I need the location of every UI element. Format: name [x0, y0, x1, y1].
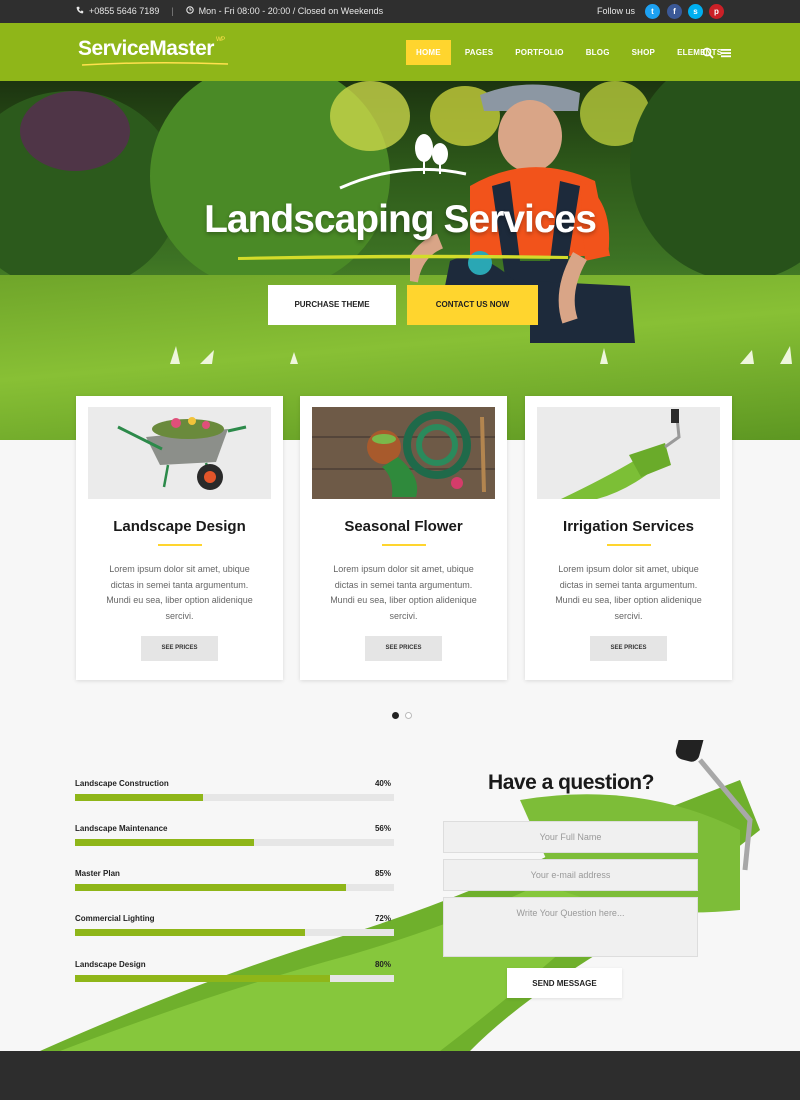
main-navigation: ServiceMaster WP HOME PAGES PORTFOLIO BLOG SH…: [0, 23, 800, 81]
see-prices-button[interactable]: SEE PRICES: [141, 636, 218, 661]
nav-item-blog[interactable]: BLOG: [578, 40, 618, 65]
skill-label: Landscape Construction: [75, 779, 169, 788]
skill-percent: 80%: [374, 960, 391, 969]
skill-progress-track: [75, 884, 394, 891]
follow-label: Follow us: [597, 6, 636, 16]
garden-hose-image: [312, 407, 495, 499]
send-message-button[interactable]: SEND MESSAGE: [507, 968, 622, 998]
grass-roller-image: [537, 407, 720, 499]
flower-bush-shape: [20, 91, 130, 171]
skill-progress-fill: [75, 794, 203, 801]
question-title: Have a question?: [488, 771, 654, 794]
skill-progress-fill: [75, 884, 347, 891]
footer-strip: [0, 1051, 800, 1100]
nav-item-home[interactable]: HOME: [406, 40, 451, 65]
facebook-icon[interactable]: f: [667, 4, 682, 19]
service-description: Lorem ipsum dolor sit amet, ubique dicta…: [330, 564, 477, 621]
divider: |: [171, 6, 174, 16]
logo-badge: WP: [215, 37, 225, 43]
grass-tips: [170, 346, 792, 364]
title-underline: [382, 544, 426, 546]
skill-percent: 85%: [374, 869, 391, 878]
skype-icon[interactable]: s: [688, 4, 703, 19]
phone-number[interactable]: +0855 5646 7189: [89, 6, 159, 16]
hero-title: Landscaping Services: [204, 198, 597, 241]
skill-progress-fill: [75, 975, 331, 982]
site-logo[interactable]: ServiceMaster WP: [78, 37, 225, 61]
skill-progress-track: [75, 975, 394, 982]
service-title: Seasonal Flower: [344, 518, 463, 535]
email-input[interactable]: [443, 859, 698, 891]
title-underline: [158, 544, 202, 546]
skill-progress-track: [75, 929, 394, 936]
contact-info: +0855 5646 7189 | Mon - Fri 08:00 - 20:0…: [76, 6, 383, 16]
carousel-dot-active[interactable]: [392, 712, 399, 719]
skill-percent: 40%: [374, 779, 391, 788]
skill-percent: 56%: [374, 824, 391, 833]
twitter-icon[interactable]: t: [645, 4, 660, 19]
search-icon[interactable]: [702, 46, 714, 59]
opening-hours: Mon - Fri 08:00 - 20:00 / Closed on Week…: [198, 6, 384, 16]
skill-label: Landscape Maintenance: [75, 824, 168, 833]
title-underline: [607, 544, 651, 546]
hedge-shape: [630, 81, 800, 281]
skill-progress-track: [75, 839, 394, 846]
clock-icon: [185, 6, 194, 16]
purchase-theme-button[interactable]: PURCHASE THEME: [268, 285, 396, 325]
service-description: Lorem ipsum dolor sit amet, ubique dicta…: [106, 564, 253, 621]
service-description: Lorem ipsum dolor sit amet, ubique dicta…: [555, 564, 702, 621]
phone-icon: [76, 6, 84, 16]
hero-banner: Landscaping Services PURCHASE THEME CONT…: [0, 81, 800, 440]
tree-logo-icon: [339, 134, 467, 190]
see-prices-button[interactable]: SEE PRICES: [365, 636, 442, 661]
full-name-input[interactable]: [443, 821, 698, 853]
nav-menu: HOME PAGES PORTFOLIO BLOG SHOP ELEMENTS: [406, 40, 736, 65]
logo-swoosh: [81, 61, 229, 66]
wheelbarrow-image: [88, 407, 271, 499]
menu-icon[interactable]: [720, 46, 732, 58]
see-prices-button[interactable]: SEE PRICES: [590, 636, 667, 661]
skill-progress-fill: [75, 929, 305, 936]
service-card: Seasonal Flower Lorem ipsum dolor sit am…: [300, 396, 507, 680]
skill-label: Commercial Lighting: [75, 914, 155, 923]
nav-item-shop[interactable]: SHOP: [624, 40, 663, 65]
hero-underline: [238, 254, 568, 260]
skill-label: Master Plan: [75, 869, 120, 878]
contact-us-button[interactable]: CONTACT US NOW: [407, 285, 538, 325]
skill-percent: 72%: [374, 914, 391, 923]
skill-progress-fill: [75, 839, 254, 846]
skill-label: Landscape Design: [75, 960, 146, 969]
service-title: Irrigation Services: [563, 518, 694, 535]
skill-progress-track: [75, 794, 394, 801]
service-title: Landscape Design: [113, 518, 246, 535]
service-card: Irrigation Services Lorem ipsum dolor si…: [525, 396, 732, 680]
top-bar: +0855 5646 7189 | Mon - Fri 08:00 - 20:0…: [0, 0, 800, 23]
question-textarea[interactable]: [443, 897, 698, 957]
service-card: Landscape Design Lorem ipsum dolor sit a…: [76, 396, 283, 680]
carousel-dot[interactable]: [405, 712, 412, 719]
pinterest-icon[interactable]: p: [709, 4, 724, 19]
nav-item-portfolio[interactable]: PORTFOLIO: [507, 40, 571, 65]
nav-item-pages[interactable]: PAGES: [457, 40, 501, 65]
